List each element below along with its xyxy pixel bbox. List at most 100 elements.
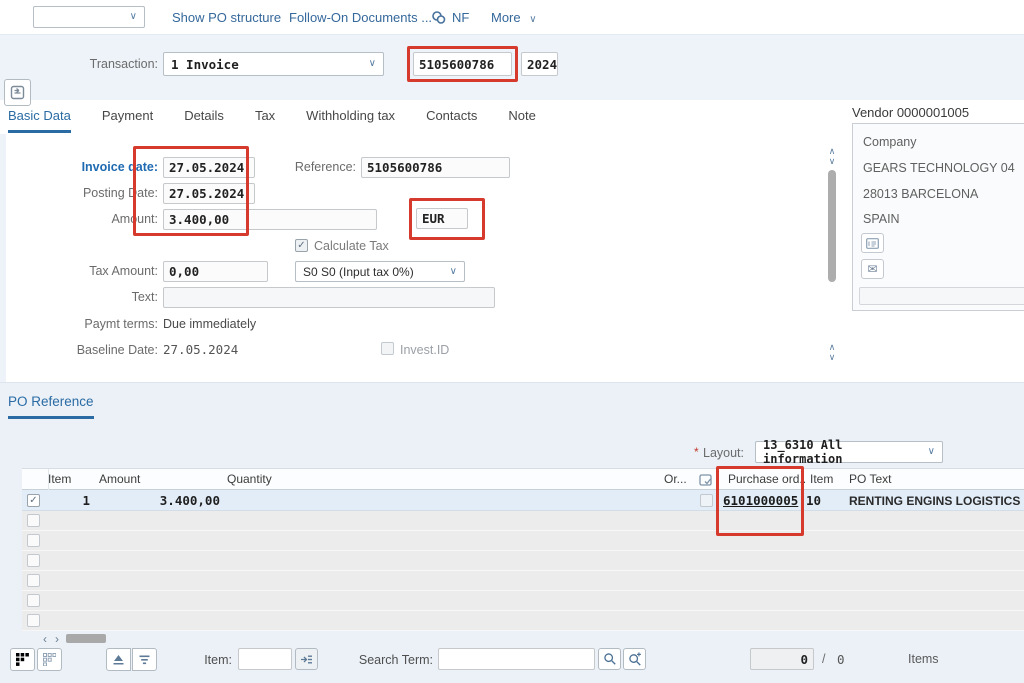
vendor-line: 28013 BARCELONA — [863, 187, 978, 201]
row-select-checkbox[interactable] — [27, 514, 40, 527]
tab-withholding-tax[interactable]: Withholding tax — [306, 108, 395, 130]
tab-note[interactable]: Note — [508, 108, 535, 130]
scroll-up-icon[interactable]: ∧ — [826, 343, 838, 351]
tax-amount-field[interactable]: 0,00 — [163, 261, 268, 282]
select-all-icon — [16, 653, 29, 666]
cell-po-text: RENTING ENGINS LOGISTICS — [849, 494, 1020, 508]
transaction-type-select[interactable]: 1 Invoice ∨ — [163, 52, 384, 76]
items-label: Items — [908, 652, 939, 666]
search-button[interactable] — [598, 648, 621, 670]
reference-label: Reference: — [290, 160, 356, 174]
select-all-button[interactable] — [10, 648, 35, 671]
col-header-item2[interactable]: Item — [810, 472, 833, 486]
scroll-up-icon[interactable]: ∧ — [826, 147, 838, 155]
deselect-all-button[interactable] — [37, 648, 62, 671]
table-row-empty[interactable] — [22, 611, 1024, 631]
fiscal-year-value: 2024 — [527, 57, 557, 72]
more-button[interactable]: More ∨ — [491, 10, 537, 25]
layout-value: 13_6310 All information — [763, 438, 928, 466]
scroll-right-icon[interactable]: › — [55, 632, 59, 646]
row-select-checkbox[interactable] — [27, 594, 40, 607]
document-number-field[interactable]: 5105600786 — [413, 52, 512, 76]
currency-field[interactable]: EUR — [416, 208, 468, 229]
invest-id-checkbox[interactable] — [381, 342, 394, 355]
tab-details[interactable]: Details — [184, 108, 224, 130]
tab-tax[interactable]: Tax — [255, 108, 275, 130]
transaction-label: Transaction: — [70, 57, 158, 71]
layout-select[interactable]: 13_6310 All information ∨ — [755, 441, 943, 463]
row-counter-field[interactable]: 0 — [750, 648, 814, 670]
scroll-down-icon[interactable]: ∨ — [826, 157, 838, 165]
table-row-empty[interactable] — [22, 571, 1024, 591]
col-header-quantity[interactable]: Quantity — [227, 472, 272, 486]
amount-field[interactable]: 3.400,00 — [163, 209, 377, 230]
posting-date-field[interactable]: 27.05.2024 — [163, 183, 255, 204]
paymt-terms-label: Paymt terms: — [40, 317, 158, 331]
baseline-date-value: 27.05.2024 — [163, 342, 238, 357]
row-select-checkbox[interactable] — [27, 614, 40, 627]
cell-po-item: 10 — [806, 493, 821, 508]
scroll-down-icon[interactable]: ∨ — [826, 353, 838, 361]
col-header-or[interactable]: Or... — [664, 472, 687, 486]
po-reference-tab[interactable]: PO Reference — [8, 394, 94, 419]
tab-basic-data[interactable]: Basic Data — [8, 108, 71, 133]
vendor-line: SPAIN — [863, 212, 900, 226]
invoice-date-field[interactable]: 27.05.2024 — [163, 157, 255, 178]
nf-button[interactable]: NF — [452, 10, 469, 25]
reference-field[interactable]: 5105600786 — [361, 157, 510, 178]
tab-payment[interactable]: Payment — [102, 108, 153, 130]
text-field[interactable] — [163, 287, 495, 308]
vendor-address-button[interactable] — [861, 233, 884, 253]
search-icon — [603, 652, 617, 666]
cell-purchase-order-link[interactable]: 6101000005 — [723, 493, 798, 508]
footer-item-input[interactable] — [238, 648, 292, 670]
show-po-structure-button[interactable]: Show PO structure — [172, 10, 281, 25]
scroll-left-icon[interactable]: ‹ — [43, 632, 47, 646]
vendor-extra-field[interactable] — [859, 287, 1024, 305]
col-header-final-indicator[interactable] — [699, 473, 712, 486]
table-row-empty[interactable] — [22, 591, 1024, 611]
row-select-checkbox[interactable] — [27, 534, 40, 547]
deselect-all-icon — [43, 653, 56, 666]
col-header-item[interactable]: Item — [48, 472, 71, 486]
col-header-po-text[interactable]: PO Text — [849, 472, 891, 486]
table-row-empty[interactable] — [22, 511, 1024, 531]
row-select-checkbox[interactable]: ✓ — [27, 494, 40, 507]
calculate-tax-checkbox[interactable]: ✓ — [295, 239, 308, 252]
goto-item-icon — [300, 654, 313, 665]
col-header-amount[interactable]: Amount — [99, 472, 140, 486]
calculate-tax-label: Calculate Tax — [314, 239, 389, 253]
tax-code-select[interactable]: S0 S0 (Input tax 0%) ∨ — [295, 261, 465, 282]
row-select-checkbox[interactable] — [27, 574, 40, 587]
search-next-button[interactable] — [623, 648, 646, 670]
tree-toggle-button[interactable] — [4, 79, 31, 106]
baseline-date-label: Baseline Date: — [40, 343, 158, 357]
footer-search-input[interactable] — [438, 648, 595, 670]
row-select-checkbox[interactable] — [27, 554, 40, 567]
invoice-date-label: Invoice date: — [40, 160, 158, 174]
sort-descending-button[interactable] — [132, 648, 157, 671]
vendor-line: Company — [863, 135, 917, 149]
table-hscrollbar-thumb[interactable] — [66, 634, 106, 643]
sort-ascending-button[interactable] — [106, 648, 131, 671]
invest-id-label: Invest.ID — [400, 343, 449, 357]
layout-label: Layout: — [703, 446, 744, 460]
fiscal-year-field[interactable]: 2024 — [521, 52, 558, 76]
table-row-empty[interactable] — [22, 531, 1024, 551]
goto-item-button[interactable] — [295, 648, 318, 670]
row-counter-divider: / — [822, 652, 825, 666]
col-header-purchase-order[interactable]: Purchase ord.. — [728, 472, 806, 486]
follow-on-documents-button[interactable]: Follow-On Documents ... — [289, 10, 432, 25]
table-row-empty[interactable] — [22, 551, 1024, 571]
more-label: More — [491, 10, 521, 25]
chevron-down-icon: ∨ — [369, 59, 376, 69]
tab-contacts[interactable]: Contacts — [426, 108, 477, 130]
cell-final-checkbox[interactable] — [700, 494, 713, 507]
command-dropdown[interactable]: ∨ — [33, 6, 145, 28]
posting-date-label: Posting Date: — [40, 186, 158, 200]
currency-value: EUR — [422, 211, 445, 226]
vendor-email-button[interactable]: ✉ — [861, 259, 884, 279]
vendor-line: GEARS TECHNOLOGY 04 — [863, 161, 1015, 175]
chevron-down-icon: ∨ — [928, 447, 935, 457]
form-scrollbar-thumb[interactable] — [828, 170, 836, 282]
